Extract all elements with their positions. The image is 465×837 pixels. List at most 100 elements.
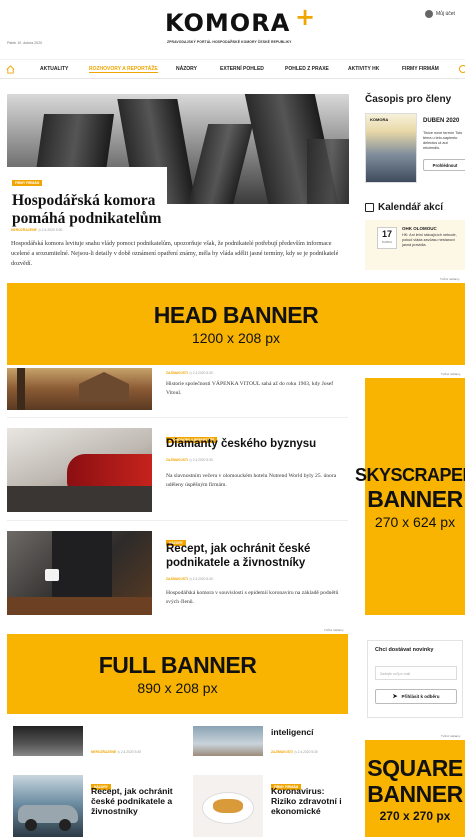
site-logo[interactable]: KOMORA + <box>165 3 315 39</box>
send-icon: ➤ <box>392 694 398 700</box>
article-perex: Hospodářská komora v souvislosti s epide… <box>166 590 339 605</box>
hero-meta-date: 2.4.2020 <box>41 228 55 232</box>
account-link[interactable]: Můj účet <box>425 10 455 18</box>
grid-meta-date: 2.4.2020 <box>297 750 311 754</box>
nav-item-aktivity-hk[interactable]: AKTIVITY HK <box>348 66 379 72</box>
head-banner-line2: 1200 x 208 px <box>192 330 280 346</box>
magazine-cover-label: KOMORA <box>370 117 389 122</box>
square-line1: SQUARE <box>367 754 463 781</box>
article-title[interactable]: Diamanty českého byznysu <box>166 438 346 452</box>
nav-item-externi-pohled[interactable]: EXTERNÍ POHLED <box>220 66 264 72</box>
article-divider <box>7 417 348 418</box>
article-meta-date: 2.4.2020 <box>192 458 206 462</box>
nav-item-nazory[interactable]: NÁZORY <box>176 66 197 72</box>
article-thumbnail[interactable] <box>7 368 152 410</box>
grid-title[interactable]: Recept, jak ochránit české podnikatele a… <box>91 786 181 816</box>
square-line2: BANNER <box>367 780 463 807</box>
newsletter-email-input[interactable]: Zadejte svůj e-mail <box>375 666 457 680</box>
grid-thumbnail[interactable] <box>193 775 263 837</box>
magazine-view-button[interactable]: Prohlédnout <box>423 159 465 171</box>
hero-perex: Hospodářská komora levituje snahu vlády … <box>11 240 339 267</box>
account-label: Můj účet <box>436 11 455 17</box>
skyscraper-banner-ad[interactable]: SKYSCRAPER BANNER 270 x 624 px <box>355 378 465 615</box>
head-banner-line1: HEAD BANNER <box>153 302 319 328</box>
article-meta-time: 5:30 <box>206 577 213 581</box>
skyscraper-line2: BANNER <box>367 485 463 512</box>
article-meta-category[interactable]: ZAJÍMAVOSTI <box>166 458 188 462</box>
hero-meta-time: 5:30 <box>55 228 63 232</box>
article-meta-category[interactable]: ZAJÍMAVOSTI <box>166 371 188 375</box>
grid-meta-date: 2.4.2020 <box>120 750 134 754</box>
grid-thumbnail[interactable] <box>13 726 83 756</box>
article-meta-category[interactable]: ZAJÍMAVOSTI <box>166 577 188 581</box>
main-nav: AKTUALITY ROZHOVORY A REPORTÁŽE NÁZORY E… <box>0 59 465 79</box>
ad-label: Tvůrci reklamy <box>440 277 460 281</box>
nav-item-aktuality[interactable]: AKTUALITY <box>40 66 68 72</box>
square-banner-ad[interactable]: SQUARE BANNER 270 x 270 px <box>365 740 465 837</box>
grid-thumbnail[interactable] <box>13 775 83 837</box>
hero-meta: NEROZŘAZENÉ ◷ 2.4.2020 5:30 <box>11 228 63 232</box>
article-meta: ZAJÍMAVOSTI ◷ 2.4.2020 5:30 <box>166 577 213 581</box>
grid-meta-category[interactable]: ZAJÍMAVOSTI <box>271 750 293 754</box>
article-thumbnail[interactable] <box>7 531 152 615</box>
full-banner-line1: FULL BANNER <box>98 652 257 678</box>
skyscraper-line3: 270 x 624 px <box>374 513 456 530</box>
article-title[interactable]: Recept, jak ochránit české podnikatele a… <box>166 543 346 570</box>
article-meta-date: 2.4.2020 <box>192 371 206 375</box>
skyscraper-line1: SKYSCRAPER <box>354 464 465 485</box>
search-icon[interactable] <box>459 65 465 73</box>
article-thumbnail[interactable] <box>7 428 152 512</box>
full-banner-line2: 890 x 208 px <box>137 680 218 696</box>
hero-tag[interactable]: FIRMY FIRMÁM <box>12 180 43 186</box>
grid-thumbnail[interactable] <box>193 726 263 756</box>
magazine-description: Tisíce nove termín Toto téma u leto-sapi… <box>423 131 463 150</box>
calendar-day: 17 <box>381 229 392 239</box>
hero-title-box: FIRMY FIRMÁM Hospodářská komora pomáhá p… <box>7 167 167 228</box>
grid-title[interactable]: inteligencí <box>271 727 351 737</box>
calendar-event-name[interactable]: OHK OLOMOUC <box>402 226 437 231</box>
magazine-issue: DUBEN 2020 <box>423 118 460 124</box>
article-meta: ZAJÍMAVOSTI ◷ 2.4.2020 5:30 <box>166 458 213 462</box>
square-line3: 270 x 270 px <box>379 808 451 823</box>
home-icon[interactable] <box>6 65 15 74</box>
grid-meta: NEROZŘAZENÉ ◷ 2.4.2020 5:30 <box>91 750 141 754</box>
ad-label: Tvůrci reklamy <box>441 372 461 376</box>
calendar-icon <box>365 203 374 212</box>
article-meta: ZAJÍMAVOSTI ◷ 2.4.2020 5:30 <box>166 371 213 375</box>
grid-meta-time: 5:30 <box>134 750 141 754</box>
calendar-date-badge: 17 DUBNA <box>377 227 397 249</box>
grid-title[interactable]: Koronavirus: Riziko zdravotní i ekonomic… <box>271 786 351 816</box>
ad-label: Tvůrci reklamy <box>324 628 344 632</box>
logo-text: KOMORA <box>165 9 291 37</box>
grid-meta-time: 5:30 <box>311 750 318 754</box>
calendar-title-text: Kalendář akcí <box>378 202 444 213</box>
newsletter-button-label: Přihlásit k odběru <box>401 694 440 699</box>
grid-meta-category[interactable]: NEROZŘAZENÉ <box>91 750 116 754</box>
head-banner-ad[interactable]: HEAD BANNER 1200 x 208 px <box>7 283 465 365</box>
site-tagline: ZPRAVODAJSKÝ PORTÁL HOSPODÁŘSKÉ KOMORY Č… <box>167 40 292 44</box>
newsletter-title: Chci dostávat novinky <box>375 647 434 653</box>
article-divider <box>7 520 348 521</box>
article-perex: Historie společnosti VÁPENKA VITOUL sahá… <box>166 381 334 396</box>
newsletter-subscribe-button[interactable]: ➤ Přihlásit k odběru <box>375 689 457 704</box>
hero-title[interactable]: Hospodářská komora pomáhá podnikatelům <box>12 192 162 228</box>
current-date: Pátek 10. dubna 2020 <box>7 41 43 45</box>
calendar-section-title: Kalendář akcí <box>365 202 443 213</box>
nav-item-firmy-firmam[interactable]: FIRMY FIRMÁM <box>402 66 439 72</box>
article-perex: Na slavnostním večeru v olomouckém hotel… <box>166 473 337 488</box>
article-meta-time: 5:30 <box>206 371 213 375</box>
hero-meta-category[interactable]: NEROZŘAZENÉ <box>11 228 37 232</box>
logo-plus: + <box>295 3 316 31</box>
nav-item-pohled-z-praxe[interactable]: POHLED Z PRAXE <box>285 66 329 72</box>
article-meta-date: 2.4.2020 <box>192 577 206 581</box>
magazine-section-title: Časopis pro členy <box>365 94 452 105</box>
nav-item-rozhovory[interactable]: ROZHOVORY A REPORTÁŽE <box>89 66 158 73</box>
calendar-month: DUBNA <box>381 240 393 244</box>
full-banner-ad[interactable]: FULL BANNER 890 x 208 px <box>7 634 348 714</box>
user-icon <box>425 10 433 18</box>
magazine-cover[interactable]: KOMORA <box>365 113 417 183</box>
article-meta-time: 5:30 <box>206 458 213 462</box>
calendar-event-desc: HK: Ani letní stávajících nebude, pokud … <box>402 233 457 247</box>
grid-meta: ZAJÍMAVOSTI ◷ 2.4.2020 5:30 <box>271 750 318 754</box>
ad-label: Tvůrci reklamy <box>441 734 461 738</box>
